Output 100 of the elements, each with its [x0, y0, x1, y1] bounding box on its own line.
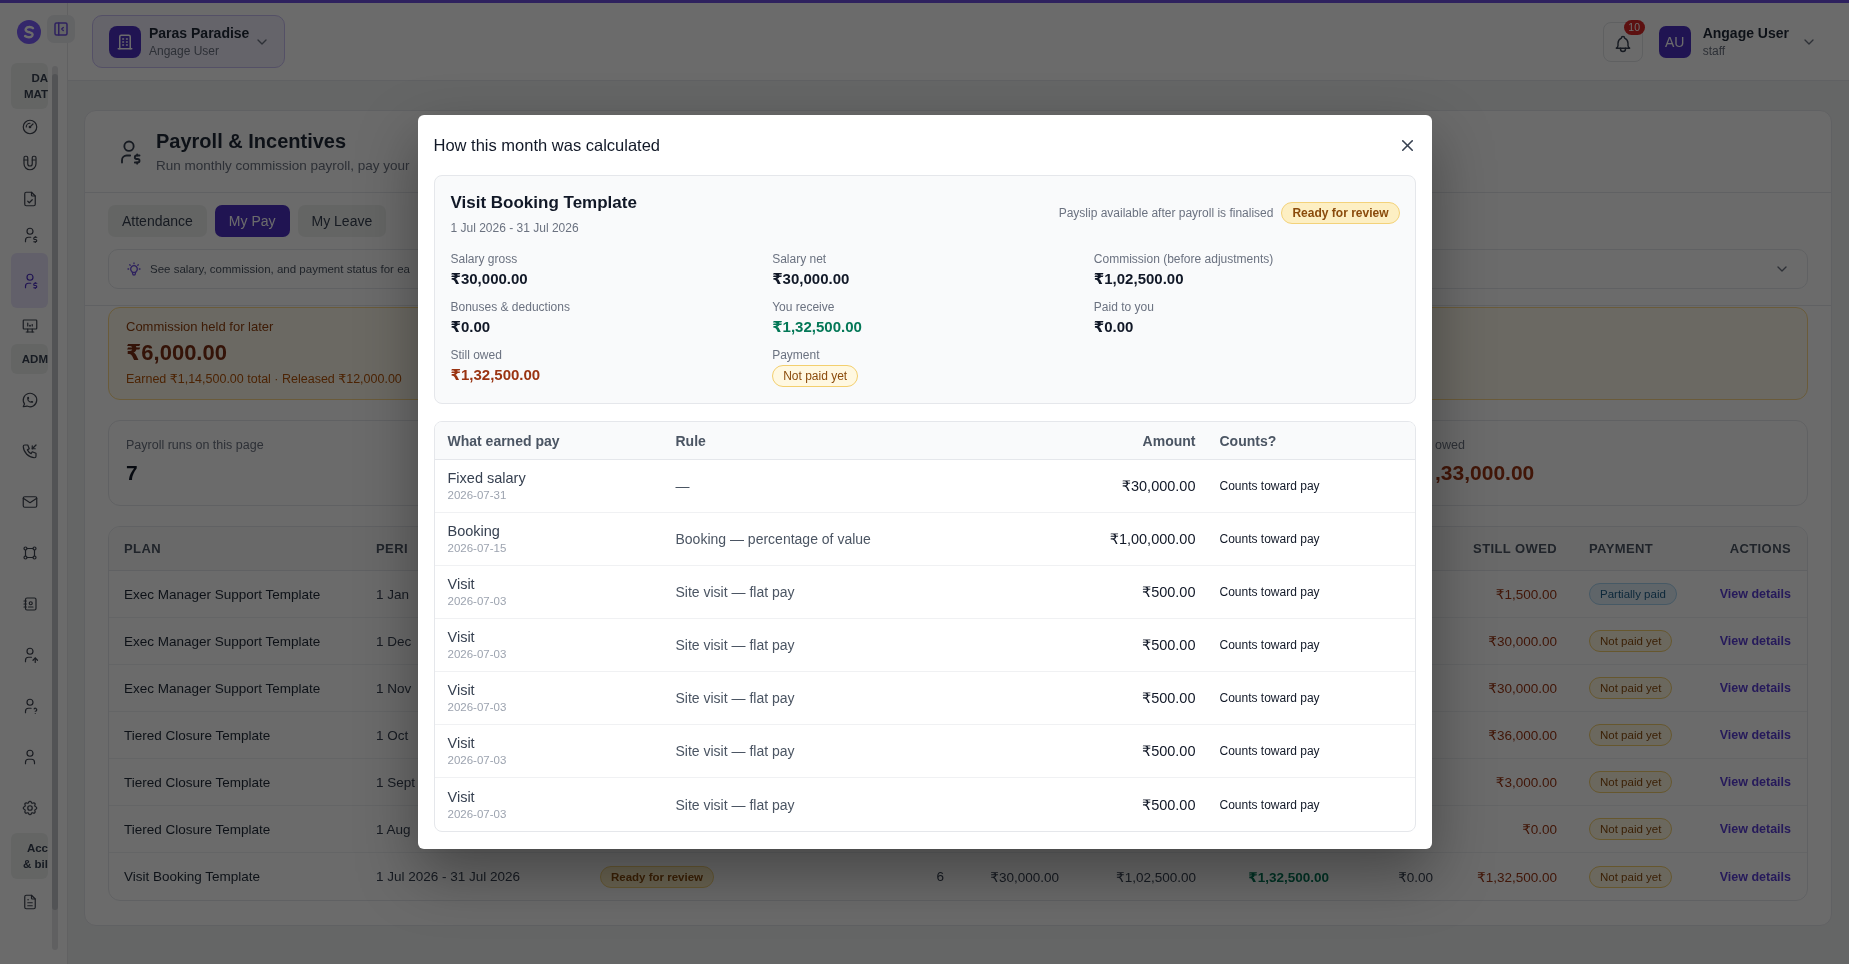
- lightbulb-icon: [126, 261, 142, 277]
- plan-period: 1 Jul 2026 - 31 Jul 2026: [450, 220, 579, 236]
- table-cell: Visit Booking Template: [124, 869, 261, 884]
- field-value: ₹1,02,500.00: [1093, 269, 1184, 289]
- table-cell: ₹0.00: [1522, 821, 1557, 837]
- table-cell: ₹36,000.00: [1488, 727, 1557, 743]
- view-details-link[interactable]: View details: [1719, 681, 1791, 695]
- table-cell: Visit: [447, 628, 475, 646]
- plan-title: Visit Booking Template: [450, 192, 637, 214]
- table-cell: ₹1,00,000.00: [1109, 531, 1196, 547]
- entry-date: 2026-07-03: [447, 806, 507, 822]
- user-menu-button[interactable]: AU Angage User staff: [1658, 24, 1817, 59]
- chat-phone-icon: [20, 390, 39, 409]
- tab[interactable]: Attendance: [108, 205, 207, 237]
- table-cell: Tiered Closure Template: [124, 774, 271, 790]
- sidebar-section-label: DA MAT: [11, 63, 48, 109]
- org-switcher[interactable]: Paras Paradise Angage User: [92, 15, 285, 68]
- view-details-link[interactable]: View details: [1719, 587, 1791, 601]
- field-label: Still owed: [450, 347, 502, 363]
- payment-badge: Not paid yet: [1589, 630, 1673, 652]
- page-title: Payroll & Incentives: [156, 128, 348, 153]
- payment-badge: Not paid yet: [1589, 771, 1673, 793]
- payment-badge: Not paid yet: [1589, 724, 1673, 746]
- table-cell: Exec Manager Support Template: [124, 586, 321, 602]
- page-subtitle: Run monthly commission payroll, pay your: [156, 156, 410, 175]
- table-cell: ₹500.00: [1141, 796, 1196, 813]
- table-cell: ₹30,000.00: [1488, 680, 1557, 696]
- notifications-button[interactable]: 10: [1602, 21, 1643, 62]
- table-cell: Counts toward pay: [1219, 797, 1320, 812]
- payment-badge: Not paid yet: [1589, 865, 1673, 888]
- table-cell: Visit: [447, 787, 475, 806]
- view-details-link[interactable]: View details: [1719, 775, 1791, 789]
- table-cell: ₹500.00: [1141, 637, 1196, 653]
- modal-title: How this month was calculated: [433, 135, 661, 155]
- stat-value: ,33,000.00: [1435, 460, 1535, 486]
- status-badge: Ready for review: [1281, 202, 1400, 224]
- entry-date: 2026-07-03: [447, 700, 507, 715]
- table-cell: ₹30,000.00: [1488, 633, 1557, 649]
- table-cell: 1 Aug: [376, 821, 411, 837]
- table-cell: ₹3,000.00: [1495, 774, 1557, 790]
- tab[interactable]: My Leave: [297, 205, 387, 237]
- table-cell: Visit: [447, 734, 475, 752]
- table-cell: Visit: [447, 575, 475, 593]
- entry-date: 2026-07-03: [447, 594, 507, 609]
- table-cell: Tiered Closure Template: [124, 727, 271, 743]
- view-details-link[interactable]: View details: [1719, 728, 1791, 742]
- tab[interactable]: My Pay: [214, 205, 290, 237]
- settings-icon: [20, 798, 39, 817]
- field-label: Salary net: [772, 251, 827, 267]
- payment-badge: Not paid yet: [1589, 677, 1673, 699]
- logo-icon: [17, 19, 41, 44]
- table-cell: ₹0.00: [1398, 868, 1433, 885]
- table-cell: Site visit — flat pay: [675, 690, 795, 706]
- table-cell: ₹30,000.00: [1121, 478, 1196, 494]
- view-details-link[interactable]: View details: [1719, 869, 1791, 884]
- sidebar-section-label: Acc & bil: [11, 833, 48, 879]
- table-cell: 1 Sept: [376, 774, 416, 790]
- field-label: Commission (before adjustments): [1093, 251, 1274, 267]
- table-cell: Exec Manager Support Template: [124, 680, 321, 696]
- table-cell: Counts toward pay: [1219, 744, 1320, 758]
- field-value: ₹30,000.00: [772, 269, 850, 289]
- sidebar-section-label: ADM: [11, 344, 48, 374]
- table-cell: ₹1,500.00: [1495, 586, 1557, 602]
- table-cell: ₹500.00: [1141, 743, 1196, 759]
- card-amount: ₹6,000.00: [126, 339, 227, 367]
- payslip-note: Payslip available after payroll is finalised: [1058, 206, 1274, 220]
- entry-date: 2026-07-31: [447, 488, 507, 503]
- column-header: What earned pay: [447, 432, 560, 449]
- column-header: STILL OWED: [1473, 541, 1557, 556]
- table-cell: 1 Nov: [376, 680, 412, 696]
- column-header: Amount: [1142, 432, 1196, 449]
- view-details-link[interactable]: View details: [1719, 822, 1791, 836]
- view-details-link[interactable]: View details: [1719, 634, 1791, 648]
- stat-value: 7: [126, 460, 138, 486]
- column-header: PAYMENT: [1589, 541, 1654, 556]
- payment-badge: Not paid yet: [1589, 818, 1673, 840]
- status-badge: Ready for review: [600, 865, 715, 888]
- table-cell: Counts toward pay: [1219, 585, 1320, 599]
- field-value: ₹0.00: [450, 317, 491, 337]
- nodes-icon: [20, 543, 39, 562]
- table-cell: ₹1,32,500.00: [1477, 868, 1557, 885]
- table-cell: Booking — percentage of value: [675, 531, 871, 547]
- sidebar-panel-icon: [52, 20, 70, 38]
- field-value: ₹30,000.00: [450, 269, 528, 289]
- table-cell: ₹1,32,500.00: [1248, 868, 1329, 885]
- magnet-icon: [20, 154, 39, 172]
- field-value: ₹0.00: [1093, 317, 1134, 337]
- stat-label: owed: [1435, 437, 1465, 453]
- column-header: PLAN: [124, 541, 161, 556]
- user-avatar: AU: [1658, 25, 1691, 58]
- table-cell: 1 Oct: [376, 727, 409, 743]
- table-cell: ₹1,02,500.00: [1116, 868, 1196, 885]
- table-cell: 1 Jan: [376, 586, 410, 602]
- column-header: ACTIONS: [1729, 541, 1791, 556]
- collapse-sidebar-button[interactable]: [47, 15, 75, 43]
- table-cell: Visit: [447, 681, 475, 699]
- sidebar-item[interactable]: [11, 253, 48, 308]
- table-cell: ₹500.00: [1141, 584, 1196, 600]
- table-cell: —: [675, 478, 690, 494]
- table-cell: Site visit — flat pay: [675, 796, 795, 813]
